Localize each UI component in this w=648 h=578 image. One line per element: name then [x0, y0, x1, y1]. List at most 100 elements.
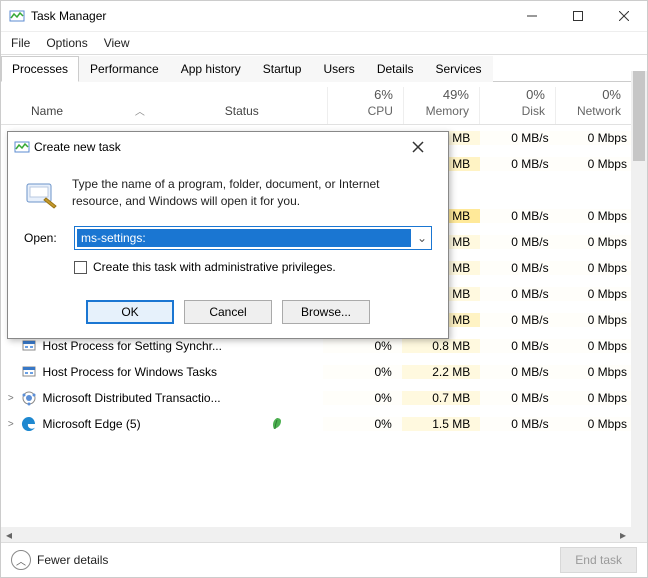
- tabstrip: Processes Performance App history Startu…: [1, 55, 647, 82]
- maximize-button[interactable]: [555, 1, 601, 31]
- footer: ︿ Fewer details End task: [1, 542, 647, 577]
- network-cell: 0 Mbps: [559, 131, 637, 145]
- disk-cell: 0 MB/s: [480, 287, 558, 301]
- header-memory[interactable]: 49% Memory: [403, 87, 479, 124]
- admin-label: Create this task with administrative pri…: [93, 260, 336, 274]
- disk-cell: 0 MB/s: [480, 157, 558, 171]
- dialog-body: Type the name of a program, folder, docu…: [8, 162, 448, 300]
- chevron-up-icon: ︿: [11, 550, 31, 570]
- end-task-button[interactable]: End task: [560, 547, 637, 573]
- minimize-button[interactable]: [509, 1, 555, 31]
- menu-file[interactable]: File: [11, 36, 30, 50]
- memory-label: Memory: [404, 104, 469, 118]
- process-name-cell: Microsoft Edge (5): [21, 416, 270, 432]
- window-title: Task Manager: [31, 9, 509, 23]
- disk-cell: 0 MB/s: [480, 131, 558, 145]
- horizontal-scrollbar[interactable]: ◂ ▸: [1, 527, 631, 543]
- header-disk[interactable]: 0% Disk: [479, 87, 555, 124]
- run-icon: [24, 176, 60, 212]
- open-combobox[interactable]: ms-settings: ⌄: [74, 226, 432, 250]
- menu-view[interactable]: View: [104, 36, 130, 50]
- process-icon: [21, 338, 37, 354]
- table-row[interactable]: > Microsoft Edge (5) 0%1.5 MB0 MB/s0 Mbps: [1, 411, 637, 437]
- network-cell: 0 Mbps: [559, 287, 637, 301]
- dialog-close-button[interactable]: [412, 141, 442, 153]
- header-network[interactable]: 0% Network: [555, 87, 631, 124]
- tab-app-history[interactable]: App history: [170, 56, 252, 82]
- menubar: File Options View: [1, 32, 647, 55]
- cpu-cell: 0%: [323, 417, 401, 431]
- fewer-details-label: Fewer details: [37, 553, 108, 567]
- sort-indicator-icon: ︿: [63, 103, 217, 118]
- open-value[interactable]: ms-settings:: [77, 229, 411, 247]
- expand-icon[interactable]: >: [1, 393, 21, 404]
- tab-performance[interactable]: Performance: [79, 56, 170, 82]
- header-name-label: Name: [31, 104, 63, 118]
- process-name-cell: Host Process for Windows Tasks: [21, 364, 270, 380]
- tab-details[interactable]: Details: [366, 56, 425, 82]
- network-cell: 0 Mbps: [559, 157, 637, 171]
- disk-percent: 0%: [480, 87, 545, 102]
- network-percent: 0%: [556, 87, 621, 102]
- vertical-scrollbar[interactable]: [631, 71, 647, 543]
- table-row[interactable]: Host Process for Windows Tasks0%2.2 MB0 …: [1, 359, 637, 385]
- network-label: Network: [556, 104, 621, 118]
- process-status: [270, 417, 324, 431]
- menu-options[interactable]: Options: [46, 36, 87, 50]
- process-name: Host Process for Setting Synchr...: [43, 339, 222, 353]
- process-name: Microsoft Edge (5): [43, 417, 141, 431]
- window-controls: [509, 1, 647, 31]
- cpu-cell: 0%: [323, 365, 401, 379]
- dialog-message: Type the name of a program, folder, docu…: [72, 176, 432, 212]
- network-cell: 0 Mbps: [559, 417, 637, 431]
- cpu-label: CPU: [328, 104, 393, 118]
- dialog-titlebar: Create new task: [8, 132, 448, 162]
- ok-button[interactable]: OK: [86, 300, 174, 324]
- dialog-app-icon: [14, 139, 30, 155]
- network-cell: 0 Mbps: [559, 235, 637, 249]
- disk-cell: 0 MB/s: [480, 261, 558, 275]
- dialog-title: Create new task: [30, 140, 412, 154]
- scroll-left-icon[interactable]: ◂: [1, 528, 17, 542]
- cpu-cell: 0%: [323, 391, 401, 405]
- scrollbar-thumb[interactable]: [633, 71, 645, 161]
- network-cell: 0 Mbps: [559, 365, 637, 379]
- disk-cell: 0 MB/s: [480, 365, 558, 379]
- task-manager-window: Task Manager File Options View Processes…: [0, 0, 648, 578]
- network-cell: 0 Mbps: [559, 261, 637, 275]
- expand-icon[interactable]: >: [1, 419, 21, 430]
- process-name-cell: Host Process for Setting Synchr...: [21, 338, 270, 354]
- browse-button[interactable]: Browse...: [282, 300, 370, 324]
- header-name[interactable]: Name ︿: [1, 104, 225, 124]
- close-button[interactable]: [601, 1, 647, 31]
- column-headers: Name ︿ Status 6% CPU 49% Memory 0% Disk …: [1, 82, 647, 125]
- memory-cell: 0.7 MB: [402, 391, 480, 405]
- tab-processes[interactable]: Processes: [1, 56, 79, 82]
- network-cell: 0 Mbps: [559, 391, 637, 405]
- titlebar: Task Manager: [1, 1, 647, 32]
- table-row[interactable]: > Microsoft Distributed Transactio... 0%0.…: [1, 385, 637, 411]
- header-status[interactable]: Status: [225, 104, 327, 124]
- chevron-down-icon[interactable]: ⌄: [413, 231, 431, 245]
- open-label: Open:: [24, 231, 66, 245]
- memory-cell: 0.8 MB: [402, 339, 480, 353]
- network-cell: 0 Mbps: [559, 209, 637, 223]
- memory-cell: 1.5 MB: [402, 417, 480, 431]
- tab-services[interactable]: Services: [425, 56, 493, 82]
- process-name: Microsoft Distributed Transactio...: [43, 391, 221, 405]
- disk-cell: 0 MB/s: [480, 391, 558, 405]
- memory-cell: 2.2 MB: [402, 365, 480, 379]
- fewer-details-button[interactable]: ︿ Fewer details: [11, 550, 108, 570]
- dialog-buttons: OK Cancel Browse...: [8, 300, 448, 338]
- admin-checkbox[interactable]: [74, 261, 87, 274]
- disk-cell: 0 MB/s: [480, 417, 558, 431]
- cancel-button[interactable]: Cancel: [184, 300, 272, 324]
- process-icon: [21, 416, 37, 432]
- network-cell: 0 Mbps: [559, 313, 637, 327]
- disk-label: Disk: [480, 104, 545, 118]
- scroll-right-icon[interactable]: ▸: [615, 528, 631, 542]
- process-name-cell: Microsoft Distributed Transactio...: [21, 390, 270, 406]
- tab-startup[interactable]: Startup: [252, 56, 313, 82]
- tab-users[interactable]: Users: [312, 56, 365, 82]
- header-cpu[interactable]: 6% CPU: [327, 87, 403, 124]
